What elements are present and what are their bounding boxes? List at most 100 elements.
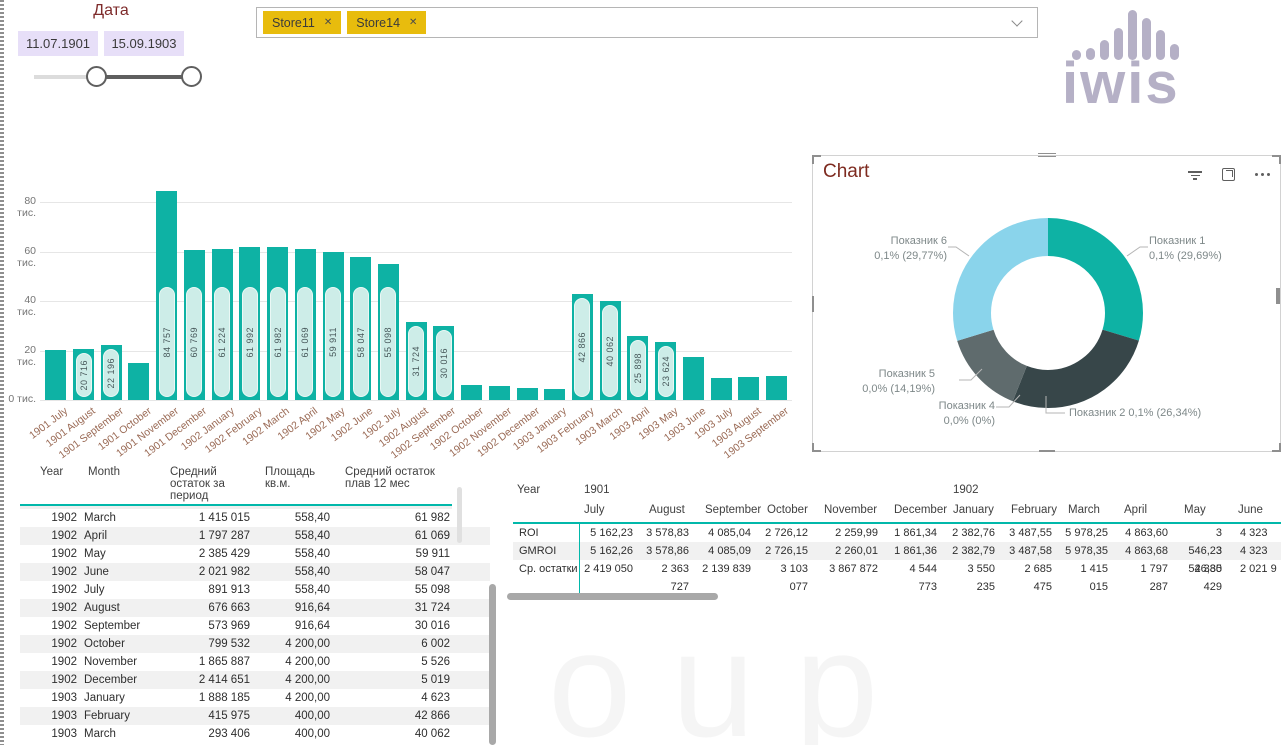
- resize-handle[interactable]: [1276, 288, 1280, 304]
- table-header-cell[interactable]: Month: [80, 466, 160, 504]
- resize-handle[interactable]: [812, 443, 821, 452]
- y-axis-tick-label: 0 тис.: [4, 393, 36, 405]
- bar-1903-june[interactable]: [683, 357, 704, 400]
- bar-1902-september[interactable]: 30 016: [433, 326, 454, 400]
- bar-data-label: 84 757: [159, 287, 175, 397]
- table-cell: 1 415 015: [160, 509, 252, 527]
- donut-label-indicator-6: Показник 6 0,1% (29,77%): [851, 234, 947, 264]
- bar-1903-january[interactable]: [544, 389, 565, 400]
- table-header-cell[interactable]: Площадь кв.м.: [252, 466, 332, 504]
- slider-handle-start[interactable]: [86, 66, 107, 87]
- matrix-row[interactable]: ROI5 162,233 578,834 085,042 726,122 259…: [513, 524, 1281, 542]
- remove-chip-icon[interactable]: ✕: [409, 17, 417, 28]
- resize-handle[interactable]: [812, 155, 821, 164]
- table-row[interactable]: 1902March1 415 015558,4061 982: [20, 509, 490, 527]
- matrix-month-header[interactable]: November: [820, 498, 890, 522]
- matrix-month-header[interactable]: January: [949, 498, 1007, 522]
- resize-handle[interactable]: [1039, 450, 1055, 452]
- table-header-cell[interactable]: Year: [20, 466, 80, 504]
- left-table-scrollbar[interactable]: [457, 487, 462, 543]
- matrix-row[interactable]: GMROI5 162,263 578,864 085,092 726,152 2…: [513, 542, 1281, 560]
- table-row[interactable]: 1902April1 797 287558,4061 069: [20, 527, 490, 545]
- bar-1901-july[interactable]: [45, 350, 66, 400]
- table-cell: 4 200,00: [252, 635, 332, 653]
- bar-1901-august[interactable]: 20 716: [73, 349, 94, 400]
- matrix-cell: 1 415 015: [1064, 560, 1120, 596]
- bar-1903-september[interactable]: [766, 376, 787, 400]
- resize-handle[interactable]: [1272, 443, 1281, 452]
- table-vertical-scrollbar[interactable]: [489, 584, 496, 745]
- table-cell: June: [80, 563, 160, 581]
- matrix-month-header[interactable]: March: [1064, 498, 1120, 522]
- table-cell: 31 724: [332, 599, 452, 617]
- bar-1901-november[interactable]: 84 757: [156, 191, 177, 400]
- bar-1902-november[interactable]: [489, 386, 510, 400]
- bar-1903-july[interactable]: [711, 378, 732, 400]
- matrix-month-header[interactable]: February: [1007, 498, 1064, 522]
- bar-1903-august[interactable]: [738, 377, 759, 400]
- matrix-cell: 3 867 872: [820, 560, 890, 596]
- bar-1901-december[interactable]: 60 769: [184, 250, 205, 400]
- roi-matrix-table[interactable]: Year19011902 JulyAugustSeptemberOctoberN…: [513, 482, 1281, 602]
- slider-handle-end[interactable]: [181, 66, 202, 87]
- table-cell: 4 623: [332, 689, 452, 707]
- matrix-month-header[interactable]: December: [890, 498, 949, 522]
- end-date-field[interactable]: 15.09.1903: [104, 31, 184, 56]
- matrix-month-header[interactable]: August: [645, 498, 701, 522]
- balance-table[interactable]: YearMonthСредний остаток за периодПлощад…: [20, 458, 490, 745]
- matrix-month-header[interactable]: October: [763, 498, 820, 522]
- table-cell: 2 414 651: [160, 671, 252, 689]
- remove-chip-icon[interactable]: ✕: [324, 17, 332, 28]
- bar-1902-february[interactable]: 61 992: [239, 247, 260, 400]
- matrix-month-header[interactable]: July: [580, 498, 645, 522]
- bar-1903-march[interactable]: 40 062: [600, 301, 621, 400]
- matrix-year-spacer: [1120, 482, 1180, 498]
- store-chip-2[interactable]: Store14 ✕: [347, 11, 426, 34]
- store-chip-1[interactable]: Store11 ✕: [263, 11, 341, 34]
- bar-1903-february[interactable]: 42 866: [572, 294, 593, 400]
- table-cell: 1902: [20, 599, 80, 617]
- table-cell: 1902: [20, 653, 80, 671]
- resize-handle[interactable]: [812, 296, 814, 312]
- bar-1902-august[interactable]: 31 724: [406, 322, 427, 400]
- slider-active-range[interactable]: [96, 75, 191, 79]
- table-row[interactable]: 1902November1 865 8874 200,005 526: [20, 653, 490, 671]
- table-row[interactable]: 1902August676 663916,6431 724: [20, 599, 490, 617]
- bar-1902-march[interactable]: 61 982: [267, 247, 288, 400]
- table-header-cell[interactable]: Средний остаток плав 12 мес: [332, 466, 452, 504]
- table-row[interactable]: 1903February415 975400,0042 866: [20, 707, 490, 725]
- bar-1903-may[interactable]: 23 624: [655, 342, 676, 400]
- matrix-row[interactable]: Ср. остатки2 419 0502 363 7272 139 8393 …: [513, 560, 1281, 578]
- table-header-cell[interactable]: Средний остаток за период: [160, 466, 252, 504]
- bar-1901-september[interactable]: 22 196: [101, 345, 122, 400]
- bar-1902-july[interactable]: 55 098: [378, 264, 399, 400]
- bar-1902-may[interactable]: 59 911: [323, 252, 344, 400]
- bar-1902-january[interactable]: 61 224: [212, 249, 233, 400]
- matrix-month-header[interactable]: May: [1180, 498, 1234, 522]
- bar-1903-april[interactable]: 25 898: [627, 336, 648, 400]
- matrix-month-header[interactable]: September: [701, 498, 763, 522]
- bar-1902-december[interactable]: [517, 388, 538, 400]
- resize-handle[interactable]: [1272, 155, 1281, 164]
- table-row[interactable]: 1902September573 969916,6430 016: [20, 617, 490, 635]
- matrix-year-spacer: [763, 482, 820, 498]
- bar-1901-october[interactable]: [128, 363, 149, 400]
- start-date-field[interactable]: 11.07.1901: [18, 31, 98, 56]
- drag-grip-handle[interactable]: [1038, 151, 1056, 157]
- matrix-month-header[interactable]: April: [1120, 498, 1180, 522]
- table-row[interactable]: 1903March293 406400,0040 062: [20, 725, 490, 743]
- matrix-horizontal-scrollbar[interactable]: [507, 593, 718, 600]
- table-row[interactable]: 1902October799 5324 200,006 002: [20, 635, 490, 653]
- chart-visual-panel[interactable]: Chart Показник 1 0,1% (29,69%) Показник …: [812, 155, 1281, 452]
- table-row[interactable]: 1902May2 385 429558,4059 911: [20, 545, 490, 563]
- table-row[interactable]: 1902December2 414 6514 200,005 019: [20, 671, 490, 689]
- chevron-down-icon[interactable]: [1011, 15, 1022, 26]
- bar-1902-april[interactable]: 61 069: [295, 249, 316, 400]
- store-dropdown[interactable]: Store11 ✕ Store14 ✕: [256, 7, 1038, 38]
- table-row[interactable]: 1903January1 888 1854 200,004 623: [20, 689, 490, 707]
- bar-1902-october[interactable]: [461, 385, 482, 400]
- table-row[interactable]: 1902June2 021 982558,4058 047: [20, 563, 490, 581]
- table-row[interactable]: 1902July891 913558,4055 098: [20, 581, 490, 599]
- bar-1902-june[interactable]: 58 047: [350, 257, 371, 400]
- matrix-month-header[interactable]: June: [1234, 498, 1281, 522]
